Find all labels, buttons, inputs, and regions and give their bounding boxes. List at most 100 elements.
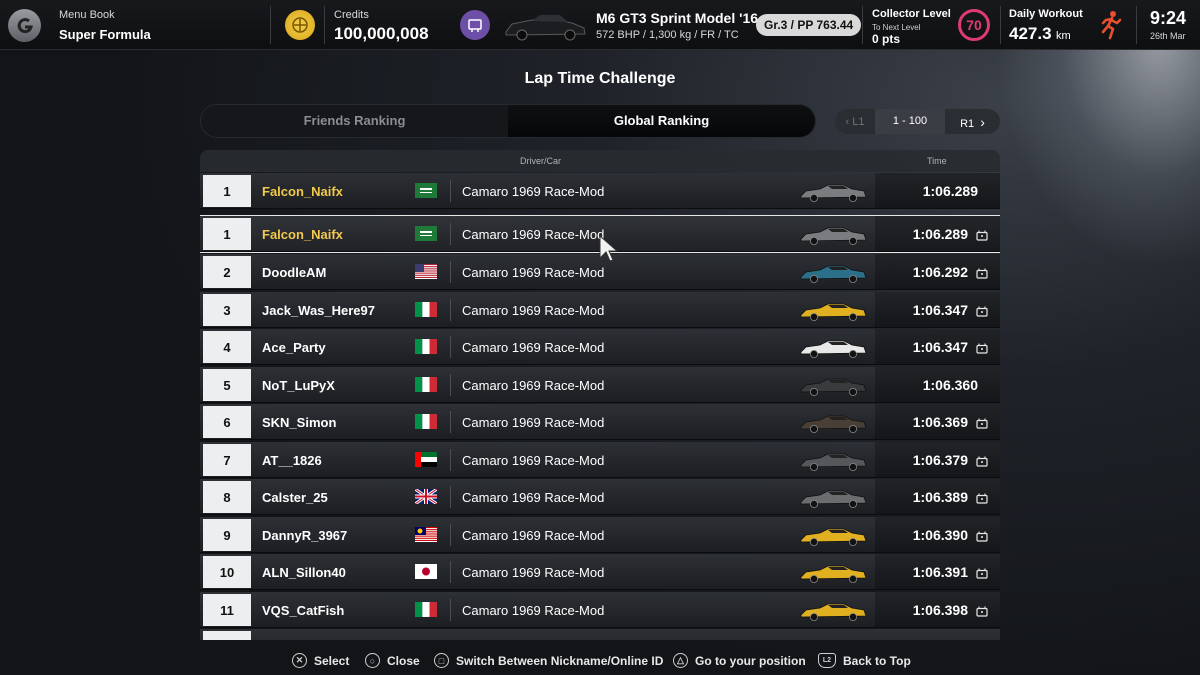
driver-name: AT__1826	[262, 453, 322, 468]
hint-go-to-position[interactable]: △ Go to your position	[673, 653, 806, 668]
replay-icon[interactable]	[976, 454, 988, 472]
hint-select[interactable]: ✕ Select	[292, 653, 349, 668]
lap-time: 1:06.289	[922, 183, 978, 199]
country-flag-icon	[415, 302, 437, 317]
hint-back-top-label: Back to Top	[843, 653, 911, 668]
column-driver-car: Driver/Car	[520, 156, 562, 166]
divider	[450, 449, 451, 471]
top-bar: Menu Book Super Formula Credits 100,000,…	[0, 0, 1200, 50]
bottom-hints-bar: ✕ Select ○ Close □ Switch Between Nickna…	[0, 648, 1200, 675]
daily-workout-value-wrap: 427.3 km	[1009, 24, 1071, 44]
rank-badge: 10	[203, 556, 251, 588]
hint-select-label: Select	[314, 653, 350, 668]
prev-page-button[interactable]: ‹ L1	[835, 116, 875, 128]
leaderboard-row[interactable]: 6 SKN_Simon Camaro 1969 Race-Mod 1:06.36…	[200, 404, 1000, 440]
tab-friends-ranking[interactable]: Friends Ranking	[201, 105, 508, 137]
car-name: Camaro 1969 Race-Mod	[462, 415, 605, 430]
leaderboard-row[interactable]: 11 VQS_CatFish Camaro 1969 Race-Mod 1:06…	[200, 592, 1000, 628]
clock-date: 26th Mar	[1150, 31, 1186, 41]
replay-icon[interactable]	[976, 304, 988, 322]
leaderboard-row[interactable]: 3 Jack_Was_Here97 Camaro 1969 Race-Mod 1…	[200, 292, 1000, 328]
page-title: Lap Time Challenge	[524, 70, 676, 87]
rank-badge: 8	[203, 481, 251, 513]
replay-icon[interactable]	[976, 266, 988, 284]
driver-name: Ace_Party	[262, 340, 326, 355]
car-class-badge: Gr.3 / PP 763.44	[756, 14, 862, 36]
driver-name: SKN_Simon	[262, 415, 337, 430]
leaderboard-row[interactable]: 5 NoT_LuPyX Camaro 1969 Race-Mod 1:06.36…	[200, 367, 1000, 403]
country-flag-icon	[415, 226, 437, 241]
tab-global-ranking[interactable]: Global Ranking	[508, 105, 815, 137]
replay-icon[interactable]	[976, 529, 988, 547]
page-range: 1 - 100	[875, 109, 945, 134]
replay-icon[interactable]	[976, 566, 988, 584]
replay-icon[interactable]	[976, 416, 988, 434]
leaderboard-row[interactable]: 7 AT__1826 Camaro 1969 Race-Mod 1:06.379	[200, 442, 1000, 478]
rank-badge: 5	[203, 369, 251, 401]
divider	[450, 374, 451, 396]
hint-switch-nickname[interactable]: □ Switch Between Nickname/Online ID	[434, 653, 663, 668]
divider	[450, 223, 451, 245]
driver-name: Falcon_Naifx	[262, 227, 343, 242]
car-name: Camaro 1969 Race-Mod	[462, 227, 605, 242]
credits-coin-icon	[285, 10, 315, 40]
divider	[450, 411, 451, 433]
driver-name: Jack_Was_Here97	[262, 303, 375, 318]
credits-label: Credits	[334, 9, 369, 21]
country-flag-icon	[415, 602, 437, 617]
leaderboard-row[interactable]: 9 DannyR_3967 Camaro 1969 Race-Mod 1:06.…	[200, 517, 1000, 553]
divider	[862, 6, 863, 44]
replay-icon[interactable]	[976, 341, 988, 359]
lap-time: 1:06.369	[912, 414, 968, 430]
car-name: Camaro 1969 Race-Mod	[462, 184, 605, 199]
car-name: Camaro 1969 Race-Mod	[462, 303, 605, 318]
leaderboard-row[interactable]: 4 Ace_Party Camaro 1969 Race-Mod 1:06.34…	[200, 329, 1000, 365]
lap-time: 1:06.379	[912, 452, 968, 468]
divider	[450, 524, 451, 546]
rank-badge: 1	[203, 218, 251, 250]
leaderboard-row[interactable]: 10 ALN_Sillon40 Camaro 1969 Race-Mod 1:0…	[200, 554, 1000, 590]
car-name: Camaro 1969 Race-Mod	[462, 453, 605, 468]
divider	[450, 180, 451, 202]
hint-back-to-top[interactable]: L2 Back to Top	[818, 653, 911, 668]
car-name: Camaro 1969 Race-Mod	[462, 565, 605, 580]
l2-button-icon: L2	[818, 653, 836, 668]
chevron-left-icon: ‹	[845, 115, 850, 128]
car-thumbnail	[798, 562, 868, 589]
car-name: Camaro 1969 Race-Mod	[462, 265, 605, 280]
collector-level-badge: 70	[958, 9, 990, 41]
lap-time: 1:06.347	[912, 339, 968, 355]
rank-badge: 9	[203, 519, 251, 551]
country-flag-icon	[415, 339, 437, 354]
current-car-specs: 572 BHP / 1,300 kg / FR / TC	[596, 29, 739, 41]
rank-badge: 6	[203, 406, 251, 438]
rank-badge	[203, 631, 251, 640]
car-thumbnail	[798, 375, 868, 402]
collector-points: 0 pts	[872, 32, 901, 46]
leaderboard-row[interactable]: 1 Falcon_Naifx Camaro 1969 Race-Mod 1:06…	[200, 173, 1000, 209]
credits-value: 100,000,008	[334, 24, 429, 43]
replay-icon[interactable]	[976, 228, 988, 246]
replay-icon[interactable]	[976, 604, 988, 622]
current-car-image	[502, 8, 588, 47]
hint-close[interactable]: ○ Close	[365, 653, 420, 668]
menu-book-value[interactable]: Super Formula	[59, 27, 151, 42]
gt-logo-icon[interactable]	[8, 9, 41, 42]
car-name: Camaro 1969 Race-Mod	[462, 528, 605, 543]
car-thumbnail	[798, 262, 868, 289]
garage-icon[interactable]	[460, 10, 490, 40]
clock-time: 9:24	[1150, 8, 1187, 28]
column-time: Time	[927, 156, 947, 166]
country-flag-icon	[415, 527, 437, 542]
car-thumbnail	[798, 337, 868, 364]
driver-name: ALN_Sillon40	[262, 565, 346, 580]
divider	[1000, 6, 1001, 44]
rank-badge: 11	[203, 594, 251, 626]
leaderboard-row[interactable]: 8 Calster_25 Camaro 1969 Race-Mod 1:06.3…	[200, 479, 1000, 515]
next-page-button[interactable]: R1 ›	[945, 114, 1000, 130]
country-flag-icon	[415, 377, 437, 392]
daily-workout-unit: km	[1056, 30, 1071, 42]
country-flag-icon	[415, 183, 437, 198]
country-flag-icon	[415, 414, 437, 429]
replay-icon[interactable]	[976, 491, 988, 509]
